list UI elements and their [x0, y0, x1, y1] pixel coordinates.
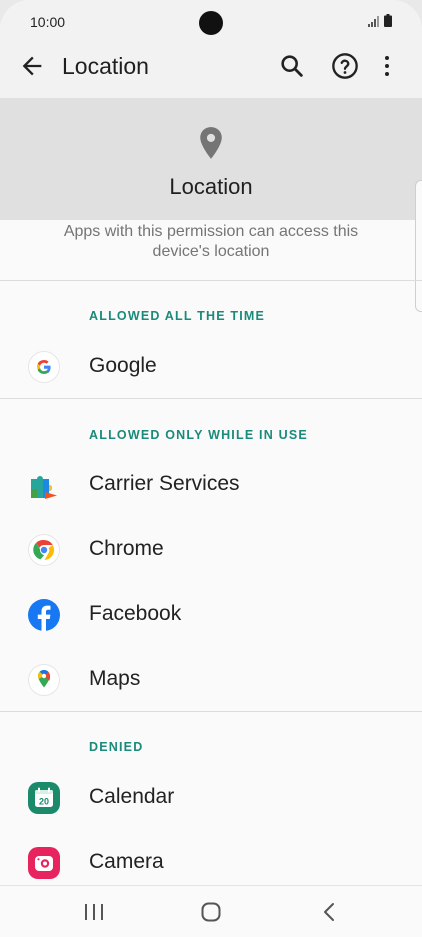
- divider: [0, 398, 422, 399]
- header-title: Location: [169, 174, 253, 199]
- divider: [0, 711, 422, 712]
- app-row-carrier-services[interactable]: Carrier Services: [0, 454, 422, 514]
- camera-cutout: [199, 11, 223, 35]
- app-row-maps[interactable]: Maps: [0, 649, 422, 709]
- status-time: 10:00: [30, 14, 66, 30]
- more-options-icon[interactable]: [376, 52, 398, 80]
- divider: [0, 280, 422, 281]
- app-bar: Location: [0, 36, 422, 98]
- navigation-bar: [0, 885, 422, 937]
- location-pin-icon: [200, 127, 222, 159]
- app-name: Calendar: [89, 785, 175, 808]
- app-name: Facebook: [89, 602, 182, 625]
- status-bar: 10:00: [0, 0, 422, 36]
- home-icon[interactable]: [200, 901, 222, 923]
- phone-screen: 10:00 Location Location Apps with this p…: [0, 0, 422, 937]
- calendar-icon: 20: [28, 782, 60, 814]
- section-header-allowed-all-the-time: ALLOWED ALL THE TIME: [89, 309, 266, 323]
- header-band: Location: [0, 98, 422, 220]
- back-icon[interactable]: [320, 901, 338, 923]
- section-header-denied: DENIED: [89, 740, 144, 754]
- app-name: Carrier Services: [89, 472, 240, 495]
- recent-apps-icon[interactable]: [83, 902, 105, 922]
- battery-icon: [384, 14, 392, 27]
- app-name: Google: [89, 354, 157, 377]
- app-row-google[interactable]: Google: [0, 336, 422, 396]
- search-icon[interactable]: [278, 52, 306, 80]
- app-name: Maps: [89, 667, 141, 690]
- status-icons: [368, 14, 392, 27]
- calendar-icon-day: 20: [39, 797, 49, 807]
- facebook-icon: [28, 599, 60, 631]
- app-row-facebook[interactable]: Facebook: [0, 584, 422, 644]
- app-row-calendar[interactable]: 20 Calendar: [0, 767, 422, 827]
- app-row-chrome[interactable]: Chrome: [0, 519, 422, 579]
- camera-icon: [28, 847, 60, 879]
- google-icon: [28, 351, 60, 383]
- carrier-services-icon: [31, 476, 57, 499]
- section-header-allowed-while-in-use: ALLOWED ONLY WHILE IN USE: [89, 428, 308, 442]
- page-title: Location: [62, 53, 149, 79]
- back-arrow-icon[interactable]: [18, 52, 46, 80]
- app-name: Chrome: [89, 537, 164, 560]
- app-row-camera[interactable]: Camera: [0, 832, 422, 892]
- permission-description: Apps with this permission can access thi…: [63, 223, 359, 260]
- maps-icon: [28, 664, 60, 696]
- scrollbar-handle[interactable]: [415, 180, 422, 312]
- app-name: Camera: [89, 850, 164, 873]
- chrome-icon: [28, 534, 60, 566]
- help-icon[interactable]: [331, 52, 359, 80]
- signal-icon: [368, 16, 379, 27]
